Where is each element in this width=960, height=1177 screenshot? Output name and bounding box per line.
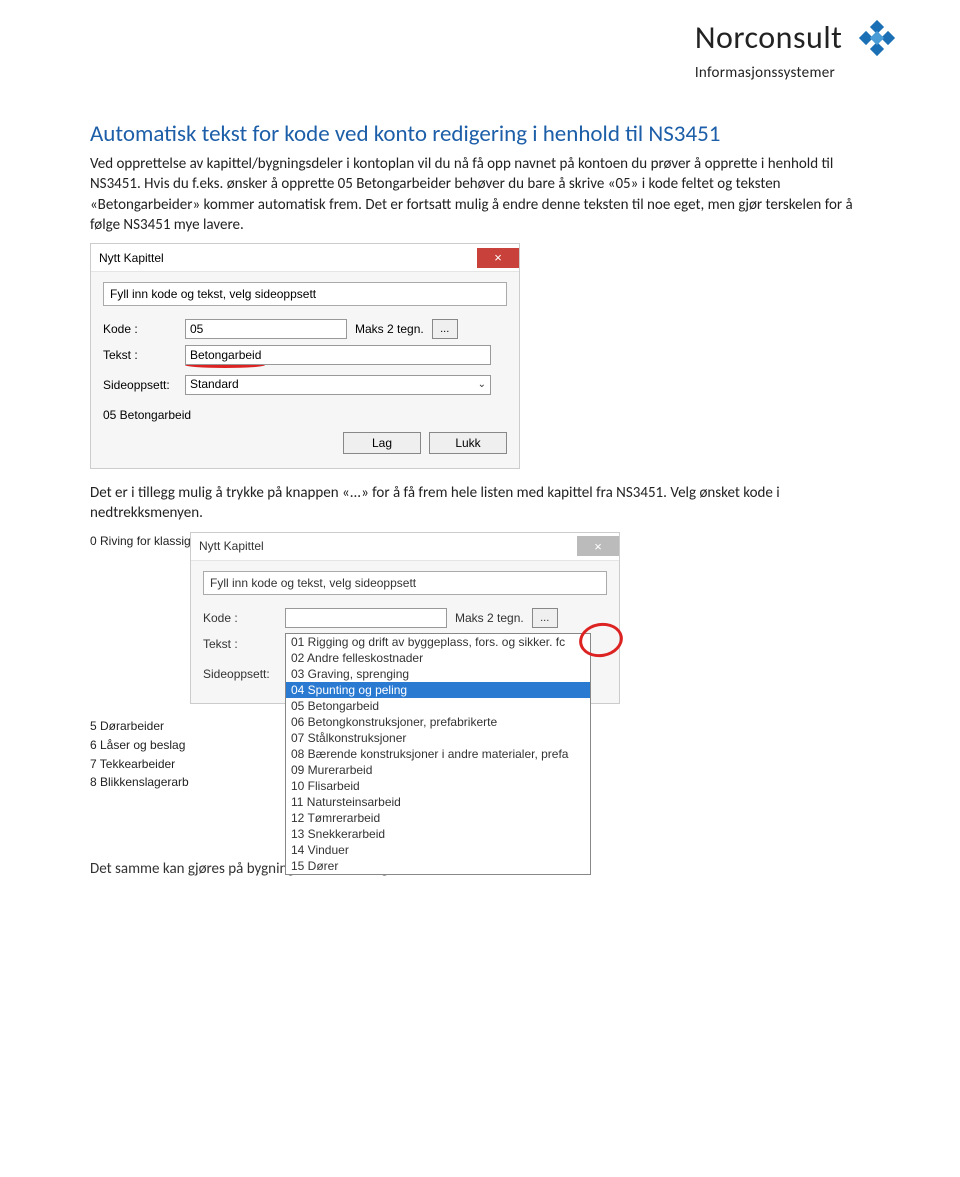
kode-input[interactable]: [285, 608, 447, 628]
lukk-button[interactable]: Lukk: [429, 432, 507, 454]
sideoppsett-select[interactable]: Standard ⌄: [185, 375, 491, 395]
tekst-input[interactable]: [185, 345, 491, 365]
close-button[interactable]: ×: [577, 536, 619, 556]
dropdown-option[interactable]: 09 Murerarbeid: [286, 762, 590, 778]
dropdown-option[interactable]: 01 Rigging og drift av byggeplass, fors.…: [286, 634, 590, 650]
maks-text: Maks 2 tegn.: [355, 322, 424, 336]
sideoppsett-label: Sideoppsett:: [203, 667, 285, 681]
dropdown-option[interactable]: 04 Spunting og peling: [286, 682, 590, 698]
logo-name: Norconsult: [695, 18, 843, 57]
list-item: 5 Dørarbeider: [90, 717, 261, 736]
dropdown-option[interactable]: 05 Betongarbeid: [286, 698, 590, 714]
dialog-titlebar: Nytt Kapittel ×: [91, 244, 519, 272]
dialog-title: Nytt Kapittel: [199, 539, 577, 553]
lag-button[interactable]: Lag: [343, 432, 421, 454]
kode-label: Kode :: [203, 611, 285, 625]
dropdown-option[interactable]: 10 Flisarbeid: [286, 778, 590, 794]
instruction-box: Fyll inn kode og tekst, velg sideoppsett: [103, 282, 507, 306]
chevron-down-icon: ⌄: [478, 379, 486, 390]
new-chapter-dialog-1: Nytt Kapittel × Fyll inn kode og tekst, …: [90, 243, 520, 469]
dropdown-option[interactable]: 08 Bærende konstruksjoner i andre materi…: [286, 746, 590, 762]
dialog-title: Nytt Kapittel: [99, 251, 477, 265]
new-chapter-dialog-2: Nytt Kapittel × Fyll inn kode og tekst, …: [190, 532, 620, 704]
screenshot-2-composite: 0 Riving for klassigering av torat 5 Dør…: [90, 532, 610, 842]
close-icon: ×: [594, 540, 602, 553]
preview-line: 05 Betongarbeid: [103, 408, 507, 422]
tekst-label: Tekst :: [103, 348, 185, 362]
dropdown-option[interactable]: 07 Stålkonstruksjoner: [286, 730, 590, 746]
tekst-label: Tekst :: [203, 637, 285, 651]
list-item: 6 Låser og beslag: [90, 736, 261, 755]
list-item: 8 Blikkenslagerarb: [90, 773, 261, 792]
paragraph-2: Det er i tillegg mulig å trykke på knapp…: [90, 483, 870, 524]
kode-input[interactable]: [185, 319, 347, 339]
instruction-box: Fyll inn kode og tekst, velg sideoppsett: [203, 571, 607, 595]
kapittel-dropdown[interactable]: 01 Rigging og drift av byggeplass, fors.…: [285, 633, 591, 875]
dropdown-option[interactable]: 12 Tømrerarbeid: [286, 810, 590, 826]
diamond-cluster-icon: [852, 20, 900, 68]
intro-paragraph: Ved opprettelse av kapittel/bygningsdele…: [90, 154, 870, 235]
dialog-titlebar: Nytt Kapittel ×: [191, 533, 619, 561]
browse-dots-button[interactable]: ...: [432, 319, 458, 339]
sideoppsett-label: Sideoppsett:: [103, 378, 185, 392]
browse-dots-button[interactable]: ...: [532, 608, 558, 628]
kode-label: Kode :: [103, 322, 185, 336]
dropdown-option[interactable]: 15 Dører: [286, 858, 590, 874]
close-button[interactable]: ×: [477, 248, 519, 268]
dropdown-option[interactable]: 02 Andre felleskostnader: [286, 650, 590, 666]
dropdown-option[interactable]: 06 Betongkonstruksjoner, prefabrikerte: [286, 714, 590, 730]
maks-text: Maks 2 tegn.: [455, 611, 524, 625]
page-title: Automatisk tekst for kode ved konto redi…: [90, 120, 870, 148]
dropdown-option[interactable]: 03 Graving, sprenging: [286, 666, 590, 682]
brand-logo: Norconsult Informasjonssystemer: [695, 18, 900, 82]
dropdown-option[interactable]: 13 Snekkerarbeid: [286, 826, 590, 842]
dropdown-option[interactable]: 14 Vinduer: [286, 842, 590, 858]
close-icon: ×: [494, 251, 502, 264]
dropdown-option[interactable]: 11 Natursteinsarbeid: [286, 794, 590, 810]
list-item: 7 Tekkearbeider: [90, 755, 261, 774]
